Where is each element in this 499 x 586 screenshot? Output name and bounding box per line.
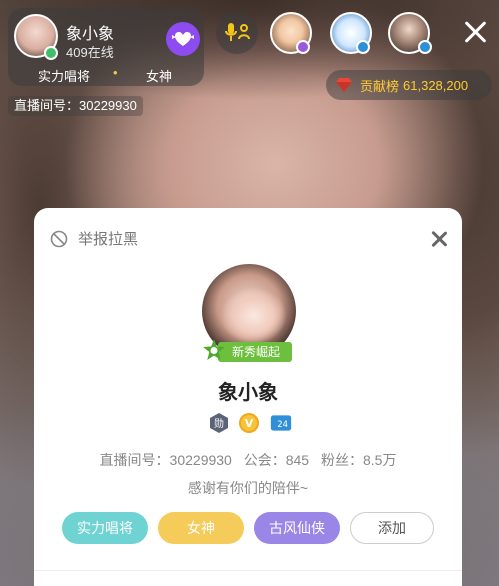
- level-badge: 新秀崛起: [202, 339, 292, 362]
- tag-chip[interactable]: 女神: [158, 512, 244, 544]
- mic-link-button[interactable]: [216, 12, 258, 54]
- close-icon[interactable]: [430, 230, 448, 248]
- host-tag: 实力唱将: [38, 69, 91, 84]
- fans-count: 粉丝：8.5万: [320, 452, 397, 468]
- host-name: 象小象: [66, 26, 115, 43]
- heart-wings-icon: [172, 32, 194, 46]
- viewer-level-icon: [418, 40, 432, 54]
- verified-badge-icon: [44, 46, 58, 60]
- tag-separator: •: [113, 65, 118, 80]
- divider: [34, 570, 462, 571]
- svg-text:勋: 勋: [214, 417, 224, 430]
- report-label: 举报拉黑: [78, 231, 139, 248]
- add-tag-button[interactable]: 添加: [350, 512, 434, 544]
- contribution-label: 贡献榜: [360, 78, 400, 94]
- mic-link-icon: [225, 23, 250, 41]
- profile-stats: 直播间号：30229930 公会：845 粉丝：8.5万: [34, 450, 462, 470]
- profile-motto: 感谢有你们的陪伴~: [187, 480, 309, 496]
- level-label: 新秀崛起: [218, 342, 292, 362]
- svg-text:V: V: [245, 417, 254, 430]
- ban-icon: [50, 230, 68, 247]
- contribution-board[interactable]: 贡献榜 61,328,200: [326, 70, 492, 100]
- tag-row: 实力唱将 女神 古风仙侠 添加: [62, 512, 442, 544]
- gem-icon: [336, 78, 352, 92]
- medal-badge-icon: 勋: [210, 413, 228, 433]
- vip-badge-icon: V: [239, 413, 259, 433]
- online-count: 409在线: [66, 45, 114, 60]
- viewer-level-icon: [356, 40, 370, 54]
- host-card[interactable]: 象小象 409在线 实力唱将 • 女神: [8, 8, 204, 86]
- svg-text:24: 24: [277, 419, 288, 429]
- profile-card: 举报拉黑 新秀崛起 象小象 勋 V 24 直播间号：30229930 公会：84…: [34, 208, 462, 586]
- viewer-level-icon: [296, 40, 310, 54]
- tag-chip[interactable]: 古风仙侠: [254, 512, 340, 544]
- room-number: 直播间号：30229930: [8, 96, 143, 116]
- level-24-badge-icon: 24: [270, 415, 292, 431]
- tag-chip[interactable]: 实力唱将: [62, 512, 148, 544]
- badge-row: 勋 V 24: [208, 412, 308, 436]
- level-star-icon: [203, 339, 225, 360]
- profile-name: 象小象: [218, 382, 278, 404]
- guild-number: 公会：845: [243, 452, 310, 468]
- report-button[interactable]: 举报拉黑: [50, 228, 138, 249]
- follow-button[interactable]: [166, 22, 200, 56]
- room-number: 直播间号：30229930: [99, 452, 232, 468]
- close-icon[interactable]: [462, 18, 490, 46]
- host-tag: 女神: [146, 69, 173, 84]
- contribution-value: 61,328,200: [403, 77, 469, 93]
- host-tags: 实力唱将 • 女神: [8, 64, 204, 86]
